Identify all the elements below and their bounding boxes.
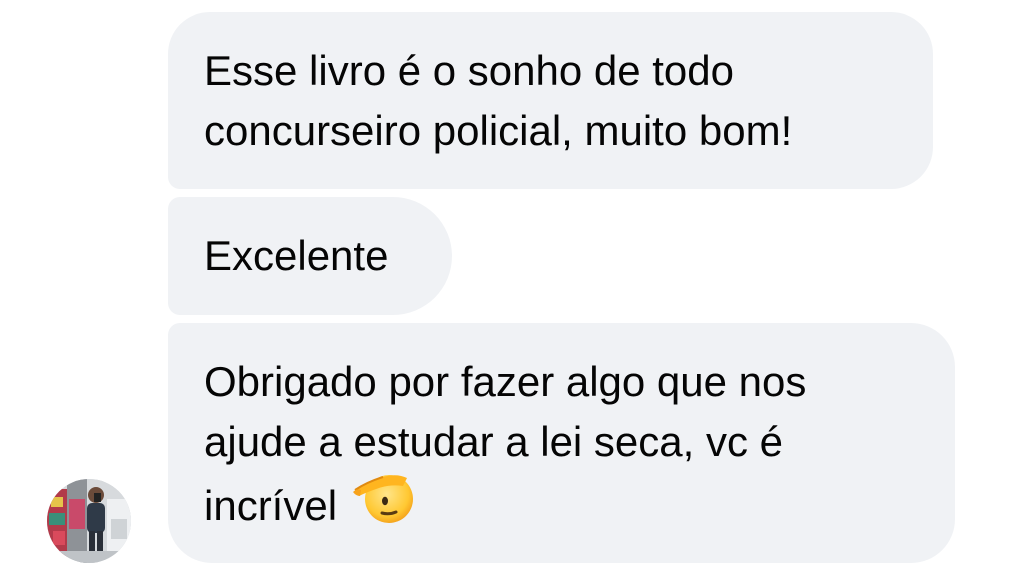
message-text-line: incrível [204,482,338,530]
profile-photo [47,479,131,563]
message-text-line: Obrigado por fazer algo que nos [204,358,807,405]
message-text-line: Esse livro é o sonho de todo [204,47,735,94]
message-text-line: Excelente [204,232,389,279]
message-bubble[interactable]: Esse livro é o sonho de todo concurseiro… [168,12,933,189]
saluting-face-icon [351,468,414,542]
message-text-line: ajude a estudar a lei seca, vc é [204,418,784,465]
message-bubble[interactable]: Excelente [168,197,452,315]
avatar[interactable] [47,479,131,563]
message-bubble[interactable]: Obrigado por fazer algo que nos ajude a … [168,323,955,563]
message-text-line: concurseiro policial, muito bom! [204,107,793,154]
